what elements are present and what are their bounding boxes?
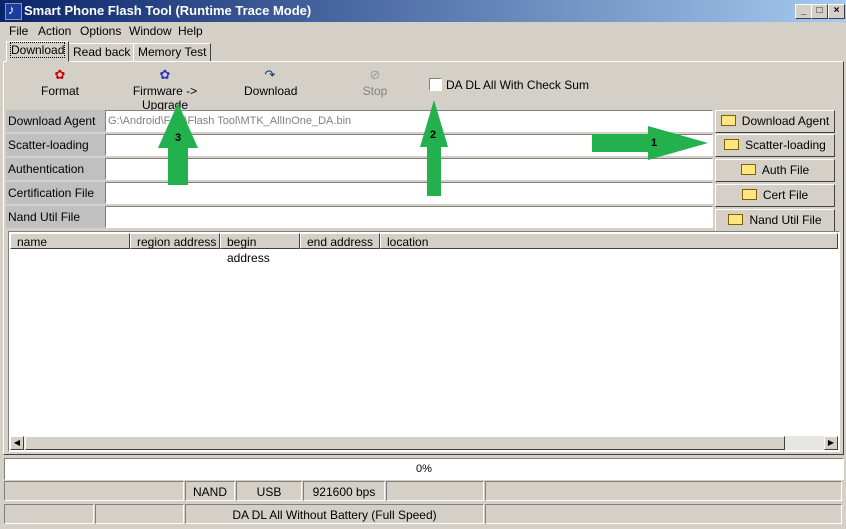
arrow-2 [420,100,448,196]
annotation-label-2: 2 [430,129,437,141]
arrow-1 [592,126,708,160]
annotation-label-1: 1 [651,137,658,149]
tab-download[interactable]: Download [6,41,70,62]
arrow-3 [158,103,198,185]
annotation-label-3: 3 [175,132,182,144]
annotation-overlay [158,100,708,196]
